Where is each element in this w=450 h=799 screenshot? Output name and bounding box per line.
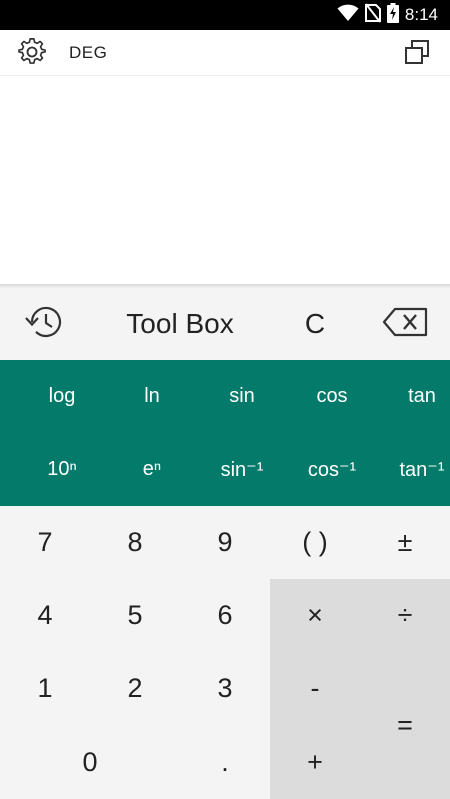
clear-button[interactable]: C: [285, 288, 345, 360]
equals-key[interactable]: =: [360, 652, 450, 799]
function-panel: log ln sin cos tan 10ⁿ eⁿ sin⁻¹ cos⁻¹ ta…: [0, 360, 450, 506]
digit-8-key[interactable]: 8: [90, 506, 180, 579]
digit-2-key[interactable]: 2: [90, 652, 180, 725]
toolbox-button[interactable]: Tool Box: [100, 288, 260, 360]
float-window-button[interactable]: [403, 39, 431, 70]
divide-key[interactable]: ÷: [360, 579, 450, 652]
e-power-key[interactable]: eⁿ: [107, 433, 197, 506]
action-row: Tool Box C: [0, 288, 450, 360]
multiply-key[interactable]: ×: [270, 579, 360, 652]
calculator-display: [0, 76, 450, 286]
tan-key[interactable]: tan: [377, 360, 450, 433]
digit-3-key[interactable]: 3: [180, 652, 270, 725]
plus-key[interactable]: +: [270, 726, 360, 799]
no-sim-icon: [364, 2, 381, 28]
settings-button[interactable]: [17, 37, 47, 71]
battery-charging-icon: [386, 2, 399, 28]
minus-key[interactable]: -: [270, 652, 360, 725]
ten-power-key[interactable]: 10ⁿ: [17, 433, 107, 506]
sin-key[interactable]: sin: [197, 360, 287, 433]
decimal-key[interactable]: .: [180, 726, 270, 799]
digit-6-key[interactable]: 6: [180, 579, 270, 652]
parentheses-key[interactable]: ( ): [270, 506, 360, 579]
digit-1-key[interactable]: 1: [0, 652, 90, 725]
cos-key[interactable]: cos: [287, 360, 377, 433]
keypad: 7 8 9 ( ) ± 4 5 6 × ÷ 1 2 3 - 0 . + =: [0, 506, 450, 799]
float-window-icon: [404, 39, 430, 70]
arctan-key[interactable]: tan⁻¹: [377, 433, 450, 506]
arccos-key[interactable]: cos⁻¹: [287, 433, 377, 506]
backspace-icon: [382, 307, 428, 342]
ln-key[interactable]: ln: [107, 360, 197, 433]
backspace-button[interactable]: [380, 304, 430, 344]
status-bar: 8:14: [0, 0, 450, 30]
digit-0-key[interactable]: 0: [0, 726, 180, 799]
digit-4-key[interactable]: 4: [0, 579, 90, 652]
history-button[interactable]: [22, 304, 64, 344]
status-time: 8:14: [404, 5, 438, 24]
digit-9-key[interactable]: 9: [180, 506, 270, 579]
top-toolbar: DEG: [0, 30, 450, 76]
log-key[interactable]: log: [17, 360, 107, 433]
digit-5-key[interactable]: 5: [90, 579, 180, 652]
angle-mode-toggle[interactable]: DEG: [69, 43, 107, 63]
arcsin-key[interactable]: sin⁻¹: [197, 433, 287, 506]
wifi-icon: [337, 4, 359, 27]
history-icon: [23, 303, 63, 346]
plus-minus-key[interactable]: ±: [360, 506, 450, 579]
gear-icon: [18, 37, 46, 71]
digit-7-key[interactable]: 7: [0, 506, 90, 579]
status-icons: 8:14: [337, 0, 438, 30]
